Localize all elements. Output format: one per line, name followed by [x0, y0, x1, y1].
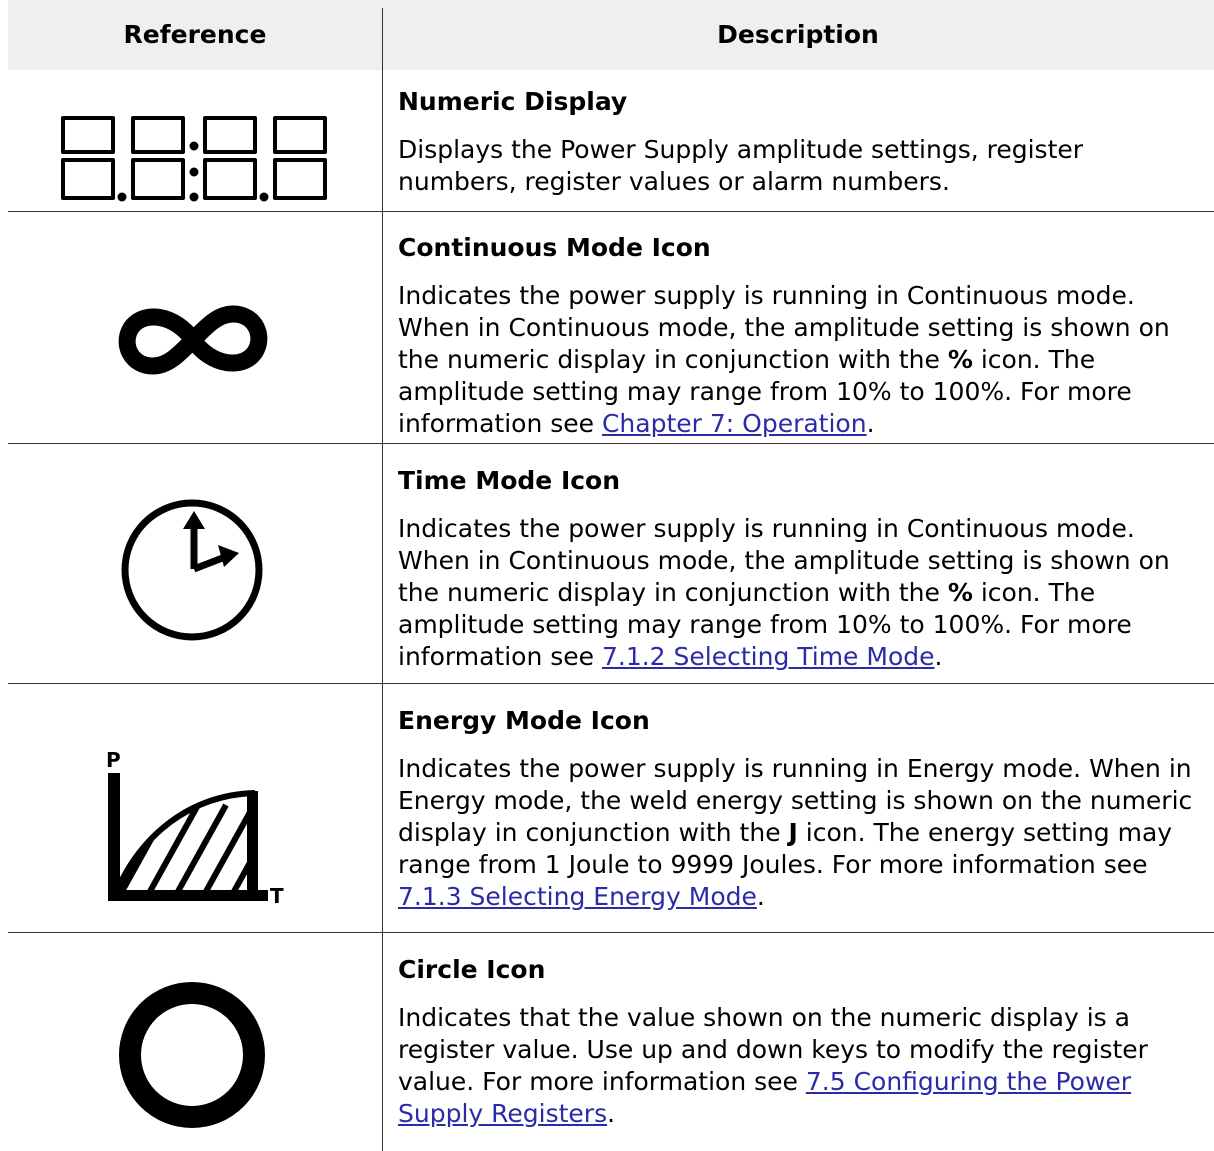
row-time-mode: Time Mode Icon Indicates the power suppl…	[398, 465, 1198, 673]
row-continuous-mode: Continuous Mode Icon Indicates the power…	[398, 232, 1198, 440]
row-description: Indicates the power supply is running in…	[398, 281, 1170, 438]
axis-label-p: P	[106, 748, 121, 772]
row-divider	[8, 932, 1214, 933]
row-divider	[8, 683, 1214, 684]
row-description: Indicates that the value shown on the nu…	[398, 1003, 1148, 1128]
row-numeric-display: Numeric Display Displays the Power Suppl…	[398, 86, 1198, 198]
row-energy-mode: Energy Mode Icon Indicates the power sup…	[398, 705, 1198, 913]
table-header: Reference Description	[8, 0, 1214, 70]
row-divider	[8, 443, 1214, 444]
row-title: Time Mode Icon	[398, 466, 621, 495]
header-reference: Reference	[123, 20, 267, 49]
row-title: Numeric Display	[398, 87, 628, 116]
row-title: Continuous Mode Icon	[398, 233, 711, 262]
clock-icon	[117, 495, 267, 645]
row-description: Displays the Power Supply amplitude sett…	[398, 135, 1084, 196]
infinity-icon	[113, 300, 273, 380]
energy-graph-icon: P T	[100, 745, 290, 910]
row-description: Indicates the power supply is running in…	[398, 514, 1170, 671]
row-title: Energy Mode Icon	[398, 706, 650, 735]
row-circle: Circle Icon Indicates that the value sho…	[398, 954, 1198, 1130]
row-title: Circle Icon	[398, 955, 546, 984]
circle-icon	[117, 980, 267, 1130]
column-divider	[382, 8, 383, 1151]
selecting-energy-mode-link[interactable]: 7.1.3 Selecting Energy Mode	[398, 882, 757, 911]
axis-label-t: T	[270, 884, 284, 908]
header-description: Description	[717, 20, 879, 49]
chapter-7-operation-link[interactable]: Chapter 7: Operation	[602, 409, 867, 438]
seven-segment-display-icon	[55, 112, 340, 212]
row-description: Indicates the power supply is running in…	[398, 754, 1193, 911]
selecting-time-mode-link[interactable]: 7.1.2 Selecting Time Mode	[602, 642, 935, 671]
